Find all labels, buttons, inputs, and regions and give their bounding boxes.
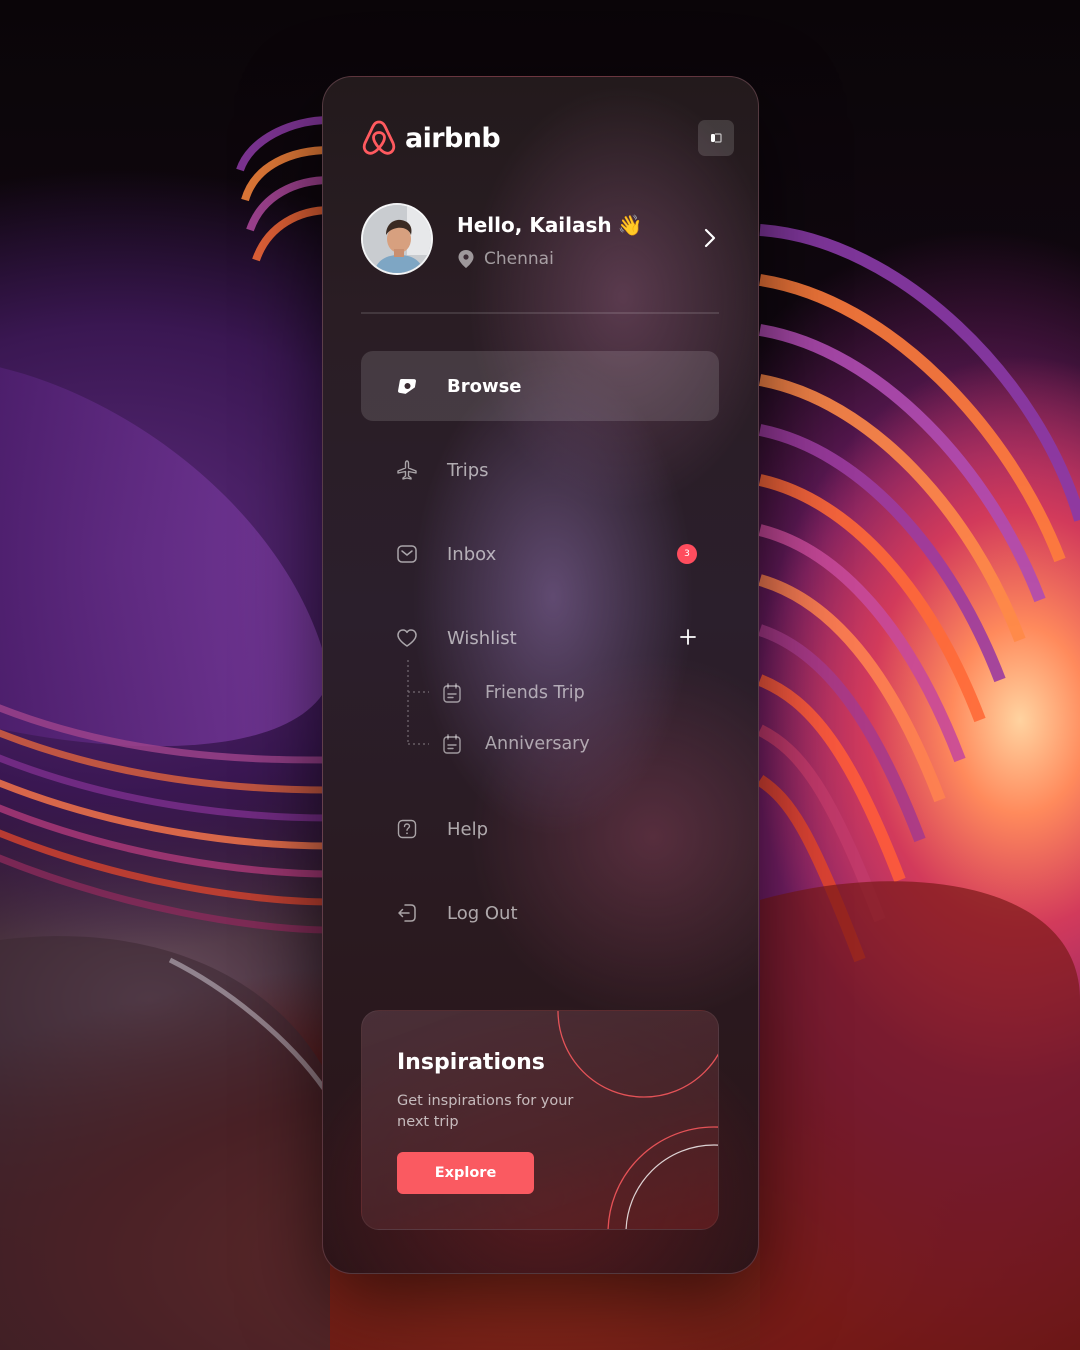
wishlist-tree-connector xyxy=(407,660,429,745)
location-pin-icon xyxy=(458,250,474,268)
user-location: Chennai xyxy=(457,249,554,269)
explore-button[interactable]: Explore xyxy=(397,1152,534,1194)
greeting-label: Hello, Kailash xyxy=(457,213,612,237)
logout-icon xyxy=(395,901,419,925)
avatar xyxy=(361,203,433,275)
airplane-icon xyxy=(395,458,419,482)
nav-item-trips[interactable]: Trips xyxy=(361,435,719,505)
inspirations-card: Inspirations Get inspirations for your n… xyxy=(361,1010,719,1230)
greeting-text: Hello, Kailash 👋 xyxy=(457,213,643,237)
nav-label-wishlist: Wishlist xyxy=(447,627,517,649)
nav-label-inbox: Inbox xyxy=(447,543,497,565)
calendar-icon xyxy=(443,734,461,754)
location-label: Chennai xyxy=(484,249,554,269)
nav-item-logout[interactable]: Log Out xyxy=(361,878,719,948)
nav-item-help[interactable]: Help xyxy=(361,794,719,864)
sidebar-toggle-icon xyxy=(711,133,722,143)
waving-hand-icon: 👋 xyxy=(617,213,643,237)
compass-icon xyxy=(395,374,419,398)
help-icon xyxy=(395,817,419,841)
nav-label-logout: Log Out xyxy=(447,902,518,924)
profile-divider xyxy=(361,312,719,314)
inspirations-description: Get inspirations for your next trip xyxy=(397,1093,574,1130)
heart-icon xyxy=(395,626,419,650)
add-wishlist-plus-icon[interactable] xyxy=(679,628,697,646)
nav-item-inbox[interactable]: Inbox 3 xyxy=(361,519,719,589)
sidebar-toggle-button[interactable] xyxy=(698,120,734,156)
wishlist-label-friends-trip: Friends Trip xyxy=(485,683,585,703)
inbox-unread-badge: 3 xyxy=(677,544,697,564)
avatar-image xyxy=(363,205,431,273)
airbnb-logo[interactable]: airbnb xyxy=(361,119,501,157)
brand-name: airbnb xyxy=(405,122,501,154)
inspirations-title: Inspirations xyxy=(397,1050,545,1075)
inbox-icon xyxy=(395,542,419,566)
nav-label-trips: Trips xyxy=(447,459,489,481)
calendar-icon xyxy=(443,683,461,703)
airbnb-belo-icon xyxy=(362,120,396,155)
user-profile[interactable]: Hello, Kailash 👋 Chennai xyxy=(361,203,721,275)
nav-item-browse[interactable]: Browse xyxy=(361,351,719,421)
wishlist-label-anniversary: Anniversary xyxy=(485,734,590,754)
sidebar-panel: airbnb Hello, Kailash 👋 Chennai Browse T… xyxy=(322,76,759,1274)
chevron-right-icon[interactable] xyxy=(703,227,717,249)
nav-label-help: Help xyxy=(447,818,489,840)
nav-label-browse: Browse xyxy=(447,375,522,397)
background-stage: airbnb Hello, Kailash 👋 Chennai Browse T… xyxy=(0,0,1080,1350)
